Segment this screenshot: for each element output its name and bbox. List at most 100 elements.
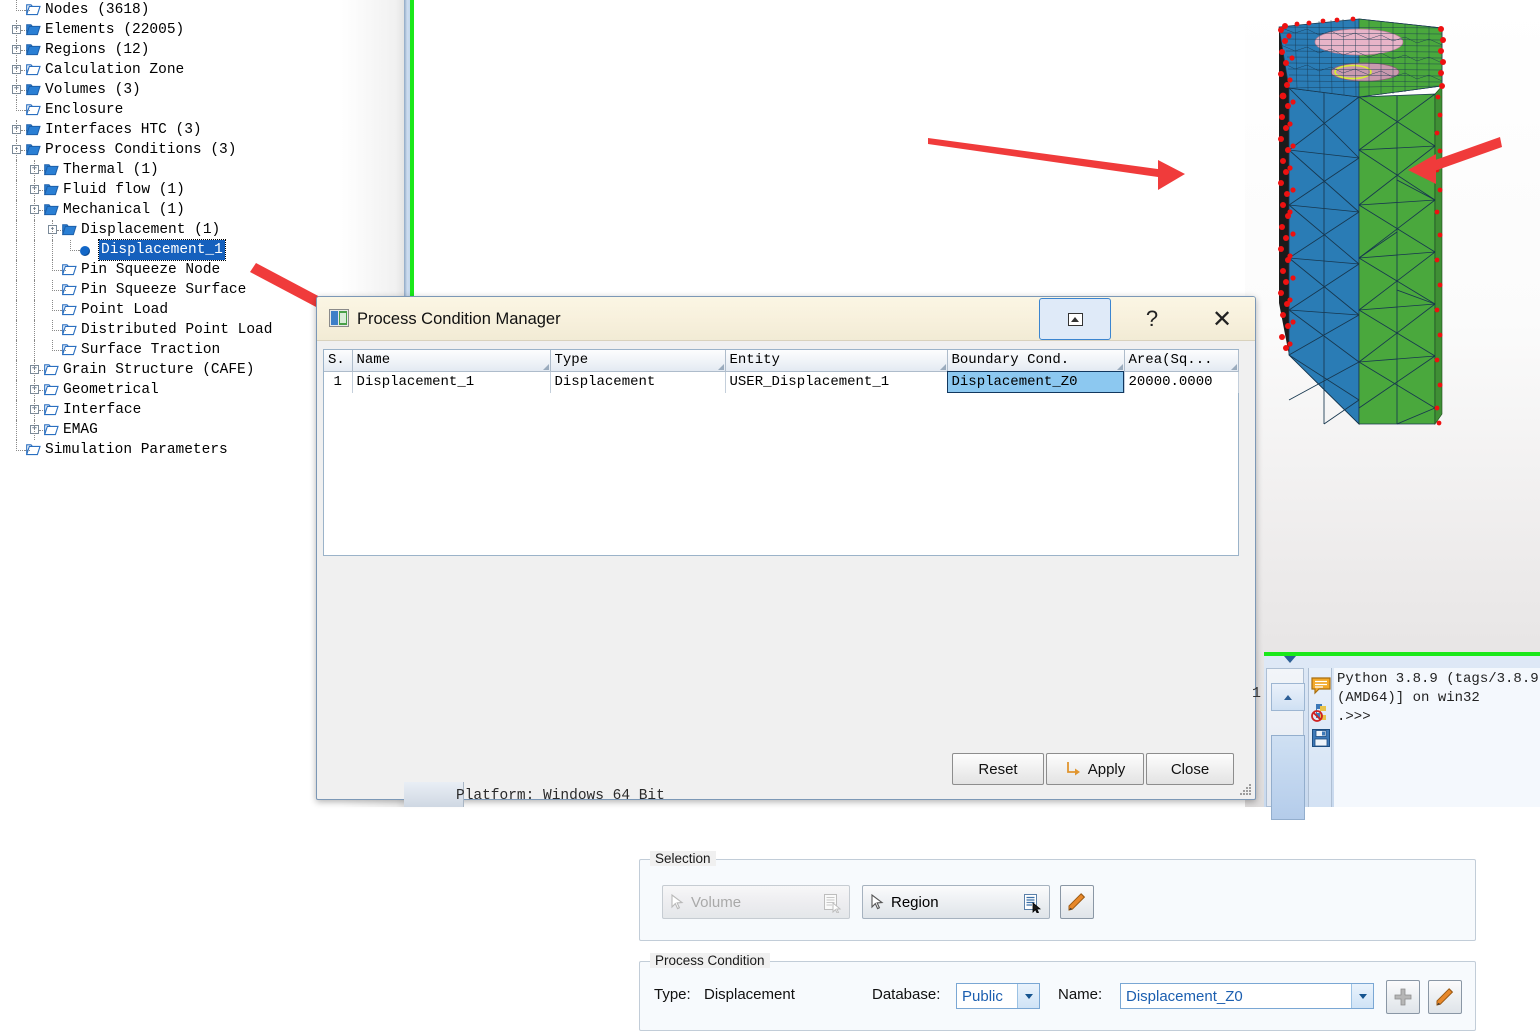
- resize-grip[interactable]: [1239, 783, 1252, 796]
- process-condition-manager-dialog[interactable]: Process Condition Manager ? ✕ S. Name Type…: [316, 296, 1476, 1031]
- condition-name-value: Displacement_Z0: [1126, 987, 1243, 1005]
- folder-icon: [62, 223, 77, 236]
- tree-item-label: Interface: [63, 402, 142, 418]
- folder-icon: [26, 63, 41, 76]
- cell-sn[interactable]: 1: [324, 371, 353, 393]
- reset-button[interactable]: Reset: [952, 753, 1044, 785]
- folder-icon: [62, 343, 77, 356]
- tree-item-thermal[interactable]: + Thermal (1): [0, 160, 404, 180]
- column-resize-grip[interactable]: [939, 363, 946, 370]
- tree-item-label: Point Load: [81, 302, 169, 318]
- column-resize-grip[interactable]: [1116, 363, 1123, 370]
- chevron-down-icon[interactable]: [1017, 984, 1039, 1008]
- console-toolbar[interactable]: [1308, 668, 1332, 807]
- tree-item-interfaces[interactable]: + Interfaces HTC (3): [0, 120, 404, 140]
- edit-selection-button[interactable]: [1060, 885, 1094, 919]
- tree-item-enclosure[interactable]: Enclosure: [0, 100, 404, 120]
- cell-name[interactable]: Displacement_1: [352, 371, 551, 393]
- edit-condition-button[interactable]: [1428, 980, 1462, 1014]
- column-resize-grip[interactable]: [1230, 363, 1237, 370]
- chevron-down-icon[interactable]: [1351, 984, 1373, 1008]
- add-condition-button[interactable]: [1386, 980, 1420, 1014]
- close-button[interactable]: Close: [1146, 753, 1234, 785]
- tree-item-mechanical[interactable]: - Mechanical (1): [0, 200, 404, 220]
- folder-icon: [26, 143, 41, 156]
- tree-item-label: Fluid flow (1): [63, 182, 185, 198]
- tree-item-nodes[interactable]: Nodes (3618): [0, 0, 404, 20]
- dialog-titlebar[interactable]: Process Condition Manager ? ✕: [317, 297, 1255, 341]
- tree-item-label: Interfaces HTC (3): [45, 122, 202, 138]
- tree-item-volumes[interactable]: + Volumes (3): [0, 80, 404, 100]
- table-header-row[interactable]: S. Name Type Entity Boundary Cond. Area(Sq...: [324, 350, 1239, 372]
- cell-type[interactable]: Displacement: [550, 371, 726, 393]
- column-header[interactable]: Area(Sq...: [1124, 350, 1239, 372]
- apply-button[interactable]: Apply: [1046, 753, 1144, 785]
- help-button[interactable]: ?: [1122, 297, 1182, 341]
- tree-item-label: Volumes (3): [45, 82, 141, 98]
- volume-picker-label: Volume: [691, 893, 742, 911]
- selection-group: Selection Volume Region: [639, 851, 1476, 941]
- selection-legend: Selection: [650, 851, 716, 866]
- process-condition-legend: Process Condition: [650, 953, 770, 968]
- tree-item-label: EMAG: [63, 422, 98, 438]
- tree-item-label: Nodes (3618): [45, 2, 150, 18]
- column-resize-grip[interactable]: [717, 363, 724, 370]
- folder-icon: [62, 283, 77, 296]
- tree-item-label: Calculation Zone: [45, 62, 185, 78]
- python-console-output[interactable]: Python 3.8.9 (tags/3.8.9 (AMD64)] on win…: [1334, 668, 1540, 807]
- chevron-down-icon[interactable]: [1284, 656, 1296, 663]
- tree-item-elements[interactable]: + Elements (22005): [0, 20, 404, 40]
- conditions-table[interactable]: S. Name Type Entity Boundary Cond. Area(Sq...…: [323, 349, 1239, 556]
- console-line-number: 1: [1252, 685, 1262, 702]
- close-icon[interactable]: ✕: [1192, 297, 1252, 341]
- column-header[interactable]: Name: [352, 350, 551, 372]
- tree-item-fluid[interactable]: + Fluid flow (1): [0, 180, 404, 200]
- folder-icon: [44, 423, 59, 436]
- region-picker-label: Region: [891, 893, 939, 911]
- folder-icon: [26, 103, 41, 116]
- database-label: Database:: [872, 986, 941, 1003]
- tree-item-calculation[interactable]: + Calculation Zone: [0, 60, 404, 80]
- list-select-icon: [824, 894, 842, 913]
- cell-area[interactable]: 20000.0000: [1124, 371, 1239, 393]
- column-header-label: Boundary Cond.: [951, 352, 1070, 369]
- tree-item-displacement_1[interactable]: Displacement_1: [0, 239, 404, 261]
- scroll-up-button[interactable]: [1271, 683, 1305, 711]
- save-icon[interactable]: [1311, 728, 1331, 748]
- folder-icon: [62, 263, 77, 276]
- comment-icon[interactable]: [1311, 676, 1331, 696]
- region-picker[interactable]: Region: [862, 885, 1050, 919]
- window-icon: [329, 309, 349, 327]
- folder-icon: [44, 383, 59, 396]
- folder-icon: [44, 183, 59, 196]
- column-header[interactable]: Entity: [725, 350, 948, 372]
- column-resize-grip[interactable]: [542, 363, 549, 370]
- tree-item-label: Grain Structure (CAFE): [63, 362, 255, 378]
- column-header[interactable]: Type: [550, 350, 726, 372]
- column-header-label: S.: [328, 352, 345, 369]
- column-header[interactable]: S.: [324, 350, 353, 372]
- tree-item-label: Simulation Parameters: [45, 442, 228, 458]
- database-select[interactable]: Public: [956, 983, 1040, 1009]
- condition-name-select[interactable]: Displacement_Z0: [1120, 983, 1374, 1009]
- python-console-panel[interactable]: Python 3.8.9 (tags/3.8.9 (AMD64)] on win…: [1264, 656, 1540, 820]
- python-stop-icon[interactable]: [1311, 702, 1331, 722]
- cursor-icon: [671, 894, 684, 910]
- condition-node-icon: [80, 246, 90, 256]
- console-scrollbar[interactable]: [1266, 668, 1305, 820]
- scrollbar-thumb[interactable]: [1271, 735, 1305, 820]
- cell-boundary-cond[interactable]: Displacement_Z0: [947, 371, 1125, 393]
- table-row[interactable]: 1 Displacement_1 Displacement USER_Displace…: [324, 371, 1239, 393]
- volume-picker: Volume: [662, 885, 850, 919]
- pencil-icon: [1068, 893, 1086, 911]
- tree-item-regions[interactable]: + Regions (12): [0, 40, 404, 60]
- restore-window-button[interactable]: [1039, 298, 1111, 340]
- tree-item-displacement[interactable]: - Displacement (1): [0, 220, 404, 240]
- tree-item-process[interactable]: - Process Conditions (3): [0, 140, 404, 160]
- column-header-label: Type: [554, 352, 589, 369]
- column-header-label: Entity: [729, 352, 780, 369]
- column-header[interactable]: Boundary Cond.: [947, 350, 1125, 372]
- tree-item-pin[interactable]: Pin Squeeze Node: [0, 260, 404, 280]
- type-value: Displacement: [704, 986, 795, 1003]
- cell-entity[interactable]: USER_Displacement_1: [725, 371, 948, 393]
